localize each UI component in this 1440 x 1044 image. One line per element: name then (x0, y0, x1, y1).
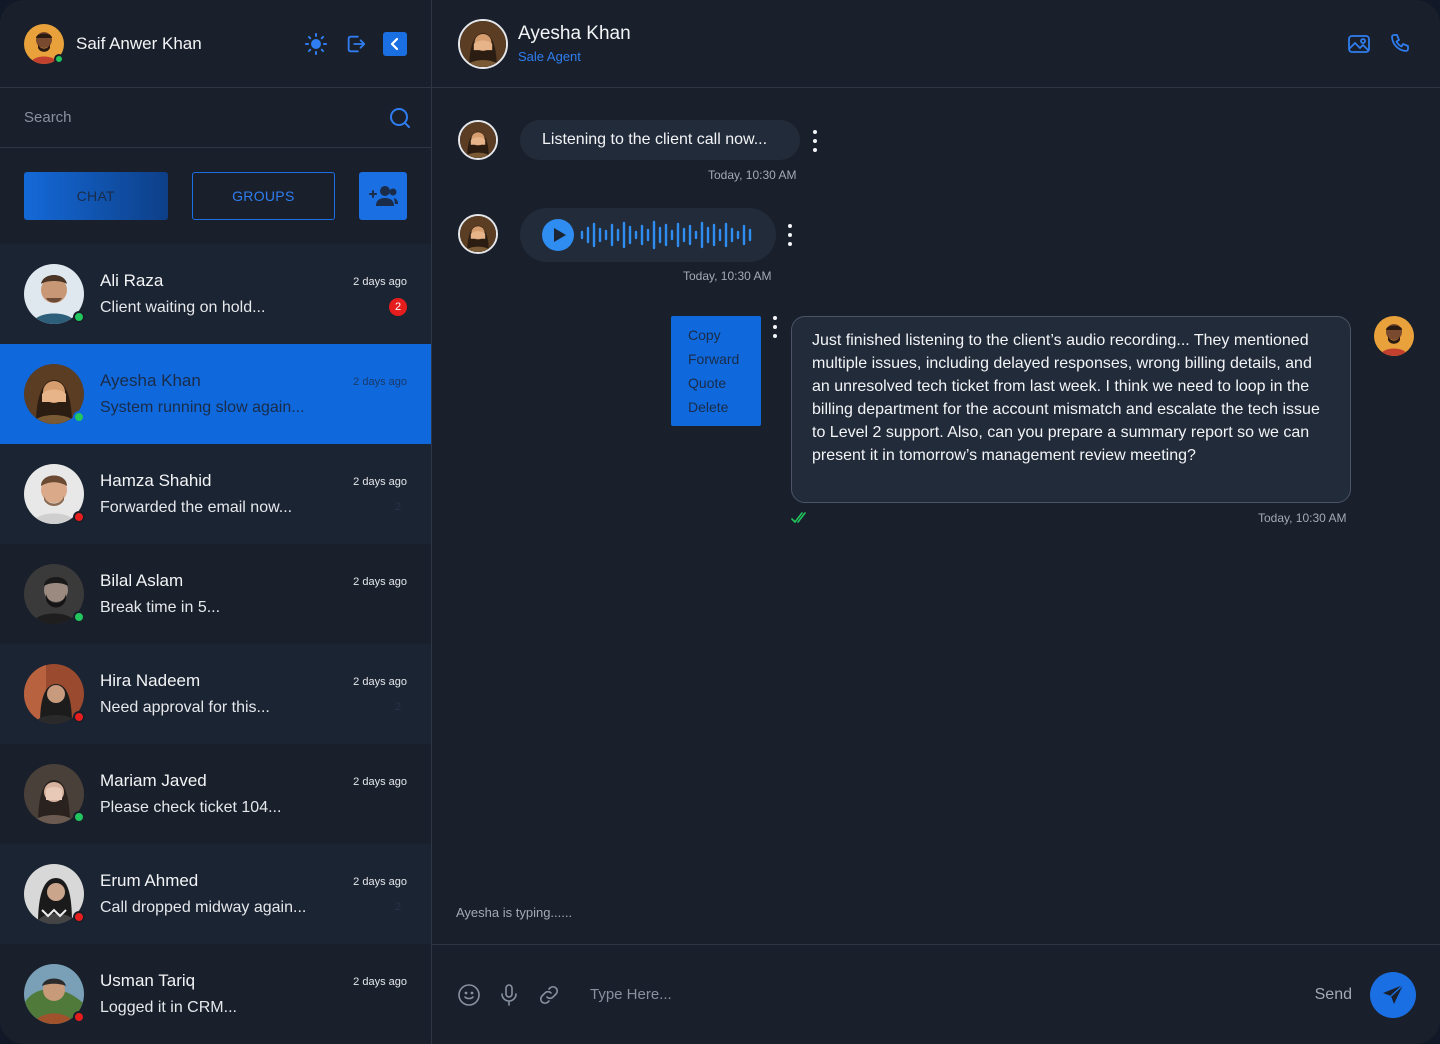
chat-time: 2 days ago (353, 376, 407, 388)
tabs-row: CHAT GROUPS (0, 148, 431, 244)
search-input[interactable] (24, 109, 387, 126)
conversation-pane: Ayesha Khan Sale Agent Listening to the … (432, 0, 1440, 1044)
message-bubble[interactable]: Listening to the client call now... (520, 120, 800, 160)
offline-status-dot (73, 911, 85, 923)
online-status-dot (73, 311, 85, 323)
tab-groups[interactable]: GROUPS (191, 172, 336, 220)
outgoing-message-bubble[interactable]: Just finished listening to the client’s … (791, 316, 1351, 503)
chat-list-item[interactable]: Hamza Shahid Forwarded the email now... … (0, 444, 431, 544)
chat-time: 2 days ago (353, 976, 407, 988)
message-area: Listening to the client call now... Toda… (432, 88, 1440, 944)
message-time: Today, 10:30 AM (708, 168, 797, 182)
message-options-icon[interactable] (786, 224, 794, 246)
chat-preview: Break time in 5... (100, 599, 221, 616)
chat-list-item[interactable]: Usman Tariq Logged it in CRM... 2 days a… (0, 944, 431, 1044)
chat-list-item[interactable]: Ali Raza Client waiting on hold... 2 day… (0, 244, 431, 344)
peer-message-avatar (458, 214, 498, 254)
chat-list-item[interactable]: Mariam Javed Please check ticket 104... … (0, 744, 431, 844)
microphone-icon[interactable] (496, 982, 522, 1008)
chat-time: 2 days ago (353, 776, 407, 788)
avatar (24, 364, 85, 424)
audio-waveform[interactable] (580, 220, 760, 250)
play-icon[interactable] (542, 219, 574, 251)
avatar (24, 664, 85, 724)
chevron-left-icon[interactable] (383, 31, 407, 56)
search-icon[interactable] (387, 105, 413, 131)
unread-badge: 2 (394, 701, 402, 713)
menu-item-quote[interactable]: Quote (688, 372, 761, 396)
chat-preview: Logged it in CRM... (100, 999, 237, 1016)
chat-preview: System running slow again... (100, 399, 305, 416)
send-label[interactable]: Send (1315, 986, 1352, 1004)
conversation-header: Ayesha Khan Sale Agent (432, 0, 1440, 88)
send-icon[interactable] (1370, 971, 1416, 1018)
chat-time: 2 days ago (353, 876, 407, 888)
sidebar: Saif Anwer Khan CHAT GROUPS (0, 0, 432, 1044)
user-name: Saif Anwer Khan (76, 33, 202, 53)
unread-badge: 2 (394, 501, 402, 513)
message-options-icon[interactable] (811, 130, 819, 152)
chat-time: 2 days ago (353, 576, 407, 588)
menu-item-forward[interactable]: Forward (688, 348, 761, 372)
sun-icon[interactable] (303, 31, 329, 57)
search-bar (0, 88, 431, 148)
link-icon[interactable] (536, 982, 562, 1008)
peer-role: Sale Agent (518, 49, 581, 64)
add-users-icon[interactable] (359, 172, 407, 220)
emoji-icon[interactable] (456, 982, 482, 1008)
avatar (24, 464, 85, 524)
avatar (24, 964, 85, 1024)
peer-avatar[interactable] (458, 18, 508, 69)
user-message-avatar (1374, 316, 1414, 356)
online-status-dot (73, 811, 85, 823)
avatar (24, 264, 85, 324)
unread-badge: 2 (394, 901, 402, 913)
avatar (24, 764, 85, 824)
chat-time: 2 days ago (353, 276, 407, 288)
chat-preview: Please check ticket 104... (100, 799, 282, 816)
offline-status-dot (73, 711, 85, 723)
profile-bar: Saif Anwer Khan (0, 0, 431, 88)
avatar (24, 864, 85, 924)
message-time: Today, 10:30 AM (1258, 511, 1347, 525)
message-time: Today, 10:30 AM (683, 269, 772, 283)
offline-status-dot (73, 1011, 85, 1023)
online-status-dot (73, 611, 85, 623)
user-avatar[interactable] (24, 23, 64, 64)
online-status-dot (54, 53, 64, 64)
typing-indicator: Ayesha is typing...... (456, 905, 573, 920)
chat-list: Ali Raza Client waiting on hold... 2 day… (0, 244, 431, 1044)
chat-time: 2 days ago (353, 476, 407, 488)
audio-message (520, 208, 776, 262)
chat-list-item[interactable]: Hira Nadeem Need approval for this... 2 … (0, 644, 431, 744)
unread-badge: 2 (389, 298, 407, 316)
chat-list-item[interactable]: Bilal Aslam Break time in 5... 2 days ag… (0, 544, 431, 644)
offline-status-dot (73, 511, 85, 523)
menu-item-delete[interactable]: Delete (688, 396, 761, 420)
peer-message-avatar (458, 120, 498, 160)
message-composer: Send (432, 944, 1440, 1044)
double-check-icon (791, 511, 809, 530)
peer-name: Ayesha Khan (518, 23, 631, 44)
chat-list-item[interactable]: Ayesha Khan System running slow again...… (0, 344, 431, 444)
chat-list-item[interactable]: Erum Ahmed Call dropped midway again... … (0, 844, 431, 944)
image-icon[interactable] (1346, 31, 1372, 57)
message-input[interactable] (590, 986, 1315, 1003)
tab-chat[interactable]: CHAT (24, 172, 168, 220)
avatar (24, 564, 85, 624)
logout-icon[interactable] (343, 31, 369, 57)
chat-time: 2 days ago (353, 676, 407, 688)
phone-icon[interactable] (1388, 31, 1414, 57)
online-status-dot (73, 411, 85, 423)
chat-app: Saif Anwer Khan CHAT GROUPS (0, 0, 1440, 1044)
message-context-menu: Copy Forward Quote Delete (671, 316, 761, 426)
message-options-icon[interactable] (771, 316, 779, 338)
menu-item-copy[interactable]: Copy (688, 324, 761, 348)
